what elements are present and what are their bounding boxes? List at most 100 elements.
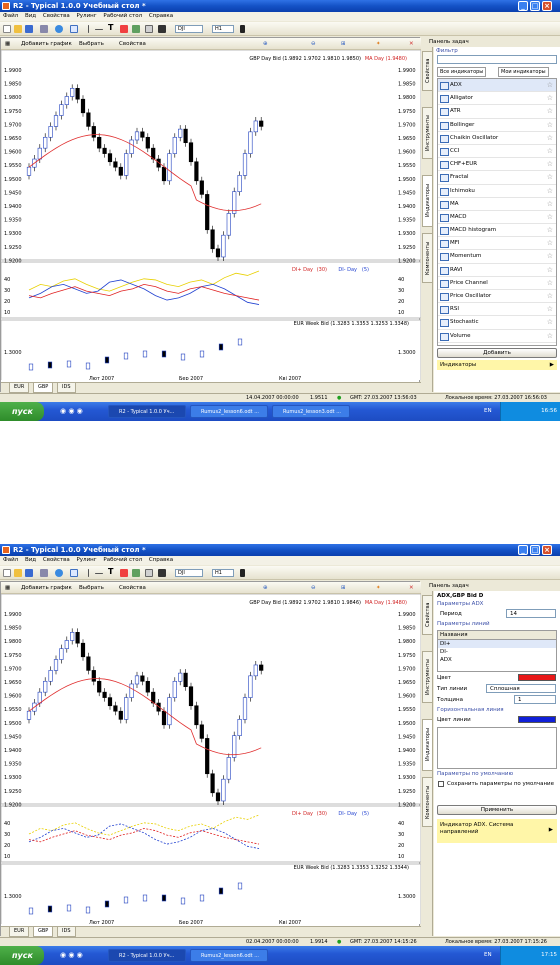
horizontal-line-icon[interactable] (95, 29, 103, 30)
add-chart-button[interactable]: Добавить график (21, 38, 72, 50)
properties-button[interactable]: Свойства (119, 582, 146, 594)
help-icon[interactable] (55, 25, 63, 33)
indicator-item[interactable]: MA (438, 198, 556, 211)
new-icon[interactable] (3, 25, 11, 33)
tab-eur[interactable]: EUR (9, 383, 30, 393)
vtab-tools[interactable]: Инструменты (422, 107, 433, 159)
tab-ids[interactable]: IDS (57, 383, 76, 393)
properties-button[interactable]: Свойства (119, 38, 146, 50)
hint-arrow-icon[interactable]: ▶ (549, 827, 553, 833)
task-lesson6[interactable]: Rumus2_lesson6.odt ... (190, 405, 268, 418)
indicator-item[interactable]: Price Oscillator (438, 290, 556, 304)
vtab-components[interactable]: Компоненты (422, 233, 433, 283)
maximize-button[interactable]: □ (530, 1, 540, 11)
lang-indicator[interactable]: EN (484, 946, 492, 965)
indicator-item[interactable]: CCI (438, 145, 556, 159)
add-chart-button[interactable]: Добавить график (21, 582, 72, 594)
open-folder-icon[interactable] (14, 569, 22, 577)
vertical-line-icon[interactable] (88, 569, 89, 577)
indicator-item[interactable]: RSI (438, 303, 556, 317)
tab-all-indicators[interactable]: Все индикаторы (437, 67, 487, 77)
lang-indicator[interactable]: EN (484, 402, 492, 421)
timeframe-select[interactable]: H1 (212, 569, 234, 577)
fit-icon[interactable]: ⊞ (341, 582, 346, 594)
task-lesson3[interactable]: Rumus2_lesson3.odt ... (272, 405, 350, 418)
menu-file[interactable]: Файл (3, 557, 18, 563)
cursor-icon[interactable] (70, 569, 78, 577)
zoom-in-icon[interactable]: ⊕ (263, 38, 268, 50)
chart-icon[interactable]: ▦ (5, 38, 10, 50)
menu-view[interactable]: Вид (25, 13, 36, 19)
symbol-select[interactable]: DJI (175, 25, 203, 33)
indicator-item[interactable]: ADX (438, 79, 556, 93)
chart-icon[interactable]: ▦ (5, 582, 10, 594)
menu-help[interactable]: Справка (149, 13, 173, 19)
task-r2[interactable]: R2 - Typical 1.0.0 Уч... (108, 405, 186, 418)
menu-file[interactable]: Файл (3, 13, 18, 19)
filter-input[interactable] (437, 55, 557, 64)
vertical-line-icon[interactable] (88, 25, 89, 33)
indicator-item[interactable]: Bollinger (438, 119, 556, 132)
pin-icon[interactable]: ✦ (376, 582, 381, 594)
fibo-icon[interactable] (120, 569, 128, 577)
select-button[interactable]: Выбрать (79, 582, 104, 594)
close-button[interactable]: × (542, 1, 552, 11)
rectangle-icon[interactable] (145, 25, 153, 33)
print-icon[interactable] (40, 569, 48, 577)
minimize-button[interactable]: _ (518, 545, 528, 555)
hline-table[interactable] (437, 727, 557, 769)
menu-ruling[interactable]: Рулинг (76, 557, 96, 563)
vtab-indicators[interactable]: Индикаторы (422, 175, 433, 227)
start-button[interactable]: пуск (0, 946, 44, 965)
menu-view[interactable]: Вид (25, 557, 36, 563)
indicator-item[interactable]: Stochastic (438, 316, 556, 330)
fibo-icon[interactable] (120, 25, 128, 33)
vtab-properties[interactable]: Свойства (422, 595, 433, 635)
indicator-item[interactable]: Volume (438, 330, 556, 343)
indicator-item[interactable]: Ichimoku (438, 185, 556, 198)
grid-icon[interactable] (158, 25, 166, 33)
hline-color-swatch[interactable] (518, 716, 556, 723)
vtab-indicators[interactable]: Индикаторы (422, 719, 433, 771)
vtab-components[interactable]: Компоненты (422, 777, 433, 827)
indicator-item[interactable]: Momentum (438, 250, 556, 264)
indicator-item[interactable]: Fractal (438, 171, 556, 185)
tab-ids[interactable]: IDS (57, 927, 76, 937)
text-tool-icon[interactable]: T (108, 23, 116, 32)
tab-gbp[interactable]: GBP (33, 383, 54, 393)
zoom-out-icon[interactable]: ⊖ (311, 582, 316, 594)
add-indicator-button[interactable]: Добавить (437, 348, 557, 358)
save-icon[interactable] (25, 569, 33, 577)
select-button[interactable]: Выбрать (79, 38, 104, 50)
pin-icon[interactable]: ✦ (376, 38, 381, 50)
print-icon[interactable] (40, 25, 48, 33)
help-icon[interactable] (55, 569, 63, 577)
indicator-item[interactable]: MFI (438, 237, 556, 251)
chart-svg[interactable]: GBP Day Bid (1.9892 1.9702 1.9810 1.9846… (1, 594, 421, 924)
menu-workspace[interactable]: Рабочий стол (103, 13, 142, 19)
chart-svg[interactable]: GBP Day Bid (1.9892 1.9702 1.9810 1.9850… (1, 50, 421, 380)
indicator-item[interactable]: ATR (438, 105, 556, 119)
indicator-item[interactable]: Alligator (438, 92, 556, 106)
color-swatch[interactable] (518, 674, 556, 681)
quicklaunch-icons[interactable]: ◉ ◉ ◉ (60, 407, 83, 415)
channel-icon[interactable] (132, 25, 140, 33)
new-icon[interactable] (3, 569, 11, 577)
apply-button[interactable]: Применить (437, 805, 557, 815)
indicator-item[interactable]: MACD (438, 211, 556, 225)
line-type-select[interactable]: Сплошная (486, 684, 556, 693)
indicator-item[interactable]: RAVI (438, 264, 556, 277)
task-r2[interactable]: R2 - Typical 1.0.0 Уч... (108, 949, 186, 962)
indicator-item[interactable]: Price Channel (438, 277, 556, 290)
vtab-properties[interactable]: Свойства (422, 51, 433, 91)
grid-icon[interactable] (158, 569, 166, 577)
tab-my-indicators[interactable]: Мои индикаторы (498, 67, 549, 77)
timeframe-select[interactable]: H1 (212, 25, 234, 33)
period-input[interactable]: 14 (506, 609, 556, 618)
horizontal-line-icon[interactable] (95, 573, 103, 574)
text-tool-icon[interactable]: T (108, 567, 116, 576)
indicator-item[interactable]: MACD histogram (438, 224, 556, 238)
close-button[interactable]: × (542, 545, 552, 555)
line-name-diplus[interactable]: DI+ (438, 640, 556, 648)
indicators-section-bar[interactable]: Индикаторы ▶ (437, 360, 557, 370)
